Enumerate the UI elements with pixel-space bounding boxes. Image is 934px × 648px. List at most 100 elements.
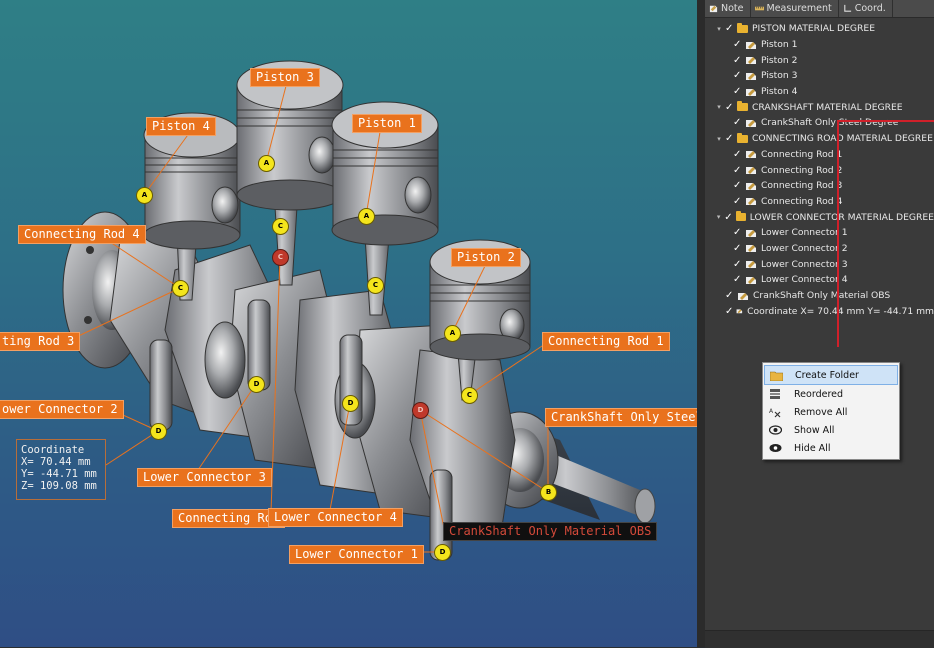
tree-item[interactable]: ✓ Piston 3 [705,68,934,84]
marker-d-lower4[interactable]: D [342,395,359,412]
tree-item[interactable]: ✓ Connecting Rod 4 [705,194,934,210]
tree-item[interactable]: ✓ Connecting Rod 3 [705,178,934,194]
checkmark-icon[interactable]: ✓ [733,196,742,207]
tree-item[interactable]: ✓ Piston 4 [705,84,934,100]
menu-item-label: Create Folder [795,369,859,381]
callout-connecting-rod-1[interactable]: Connecting Rod 1 [542,332,670,351]
svg-text:A: A [769,408,774,415]
tree-item[interactable]: ✓ Lower Connector 3 [705,256,934,272]
tree-note[interactable]: ✓ Coordinate X= 70.44 mm Y= -44.71 mm [705,303,934,319]
checkmark-icon[interactable]: ✓ [733,39,742,50]
note-icon [746,182,756,190]
tree-folder[interactable]: ▾ ✓ PISTON MATERIAL DEGREE [705,21,934,37]
tree-folder[interactable]: ▾ ✓ CRANKSHAFT MATERIAL DEGREE [705,99,934,115]
checkmark-icon[interactable]: ✓ [733,117,742,128]
checkmark-icon[interactable]: ✓ [725,290,734,301]
tree-item[interactable]: ✓ Lower Connector 4 [705,272,934,288]
tree-item-label: Connecting Rod 4 [761,195,843,207]
tree-item[interactable]: ✓ Piston 2 [705,52,934,68]
checkmark-icon[interactable]: ✓ [733,180,742,191]
collapse-icon[interactable]: ▾ [715,135,723,143]
checkmark-icon[interactable]: ✓ [724,212,732,223]
tree-note-label: Coordinate X= 70.44 mm Y= -44.71 mm [747,305,934,317]
tree-item[interactable]: ✓ Connecting Rod 2 [705,162,934,178]
marker-a-piston2[interactable]: A [444,325,461,342]
tree-item[interactable]: ✓ Lower Connector 1 [705,225,934,241]
tree-item-label: Lower Connector 2 [761,242,848,254]
coordinate-readout[interactable]: Coordinate X= 70.44 mm Y= -44.71 mm Z= 1… [16,439,106,500]
folder-icon [737,132,748,143]
tree-folder-label: LOWER CONNECTOR MATERIAL DEGREE [749,211,934,223]
callout-connecting-rod-3[interactable]: ting Rod 3 [0,332,81,351]
checkmark-icon[interactable]: ✓ [733,70,742,81]
note-icon [746,276,756,284]
marker-c-rod2[interactable]: C [367,277,384,294]
marker-a-piston1[interactable]: A [358,208,375,225]
checkmark-icon[interactable]: ✓ [733,86,742,97]
callout-lower-connector-2[interactable]: ower Connector 2 [0,400,124,419]
coordinate-icon [843,4,851,12]
callout-crankshaft-obs[interactable]: CrankShaft Only Material OBS [443,522,658,541]
marker-c-rod4[interactable]: C [172,280,189,297]
tree-item-label: Connecting Rod 3 [761,180,843,192]
eye-closed-icon [768,442,782,454]
3d-viewport[interactable]: A A A A C C C C C D D D D D B Piston 3 P… [0,0,697,647]
marker-d-lower1[interactable]: D [434,544,451,561]
checkmark-icon[interactable]: ✓ [733,149,742,160]
checkmark-icon[interactable]: ✓ [733,55,742,66]
callout-piston-1[interactable]: Piston 1 [352,114,422,133]
callout-lower-connector-3[interactable]: Lower Connector 3 [137,468,272,487]
tree-folder[interactable]: ▾ ✓ CONNECTING ROAD MATERIAL DEGREE [705,131,934,147]
collapse-icon[interactable]: ▾ [715,213,722,221]
checkmark-icon[interactable]: ✓ [725,102,734,113]
marker-b-crank[interactable]: B [540,484,557,501]
checkmark-icon[interactable]: ✓ [733,165,742,176]
menu-item-create-folder[interactable]: Create Folder [764,365,898,385]
tree-item-label: Piston 1 [761,39,798,51]
folder-icon [737,101,748,112]
menu-item-show-all[interactable]: Show All [764,421,898,439]
collapse-icon[interactable]: ▾ [715,103,723,111]
checkmark-icon[interactable]: ✓ [725,133,734,144]
tree-item[interactable]: ✓ Connecting Rod 1 [705,147,934,163]
menu-item-hide-all[interactable]: Hide All [764,439,898,457]
tree-folder[interactable]: ▾ ✓ LOWER CONNECTOR MATERIAL DEGREE [705,209,934,225]
marker-c-rod3[interactable]: C [272,218,289,235]
checkmark-icon[interactable]: ✓ [733,259,742,270]
marker-d-lower2[interactable]: D [150,423,167,440]
callout-connecting-rod-4[interactable]: Connecting Rod 4 [18,225,146,244]
marker-d-lower3[interactable]: D [248,376,265,393]
marker-c-rod-red[interactable]: C [272,249,289,266]
tree-folder-label: PISTON MATERIAL DEGREE [752,23,876,35]
callout-crankshaft-steel[interactable]: CrankShaft Only Steel [545,408,697,427]
tree-item[interactable]: ✓ Piston 1 [705,37,934,53]
callout-lower-connector-1[interactable]: Lower Connector 1 [289,545,424,564]
marker-a-piston3[interactable]: A [258,155,275,172]
checkmark-icon[interactable]: ✓ [725,306,733,317]
tree-item-label: Lower Connector 3 [761,258,848,270]
callout-piston-3[interactable]: Piston 3 [250,68,320,87]
marker-c-rod1[interactable]: C [461,387,478,404]
note-icon [746,261,756,269]
menu-item-reordered[interactable]: Reordered [764,385,898,403]
tree-item[interactable]: ✓ Lower Connector 2 [705,241,934,257]
tree-item[interactable]: ✓ CrankShaft Only Steel Degree [705,115,934,131]
tree-note[interactable]: ✓ CrankShaft Only Material OBS [705,288,934,304]
checkmark-icon[interactable]: ✓ [725,23,734,34]
callout-piston-4[interactable]: Piston 4 [146,117,216,136]
note-icon [746,151,756,159]
note-icon [746,167,756,175]
callout-piston-2[interactable]: Piston 2 [451,248,521,267]
marker-a-piston4[interactable]: A [136,187,153,204]
tab-note[interactable]: Note [705,0,751,17]
tab-coord[interactable]: Coord. [839,0,893,17]
checkmark-icon[interactable]: ✓ [733,274,742,285]
marker-d-obs[interactable]: D [412,402,429,419]
checkmark-icon[interactable]: ✓ [733,243,742,254]
collapse-icon[interactable]: ▾ [715,25,723,33]
tab-measurement[interactable]: Measurement [751,0,839,17]
menu-item-remove-all[interactable]: A Remove All [764,403,898,421]
checkmark-icon[interactable]: ✓ [733,227,742,238]
callout-lower-connector-4[interactable]: Lower Connector 4 [268,508,403,527]
red-guide-line-horizontal [837,120,934,122]
